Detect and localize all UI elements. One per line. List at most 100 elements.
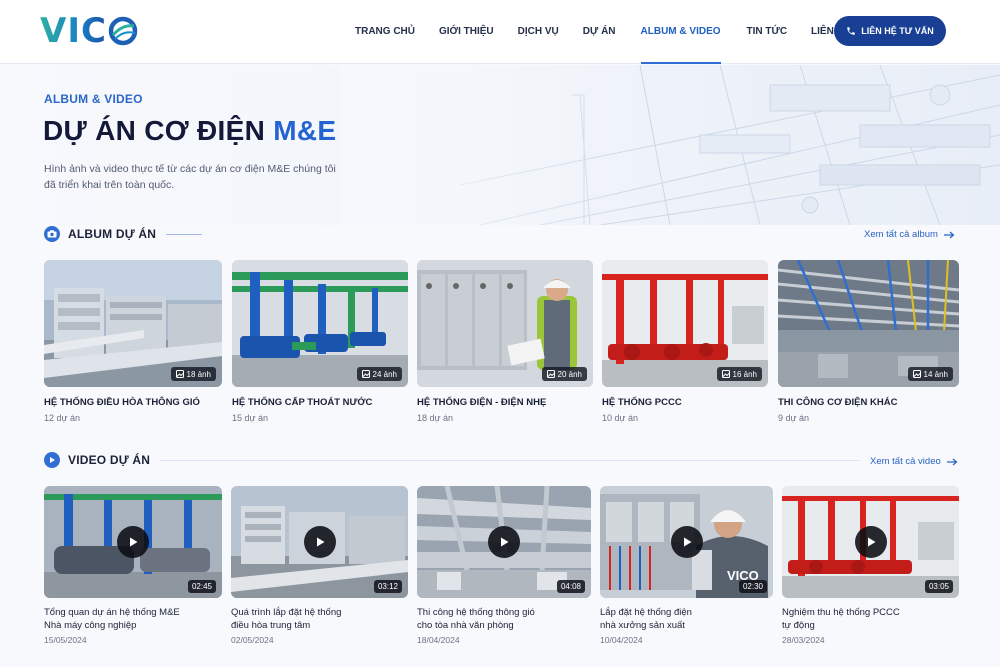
photo-count-badge: 16 ảnh xyxy=(716,367,762,381)
album-title[interactable]: THI CÔNG CƠ ĐIỆN KHÁC xyxy=(778,397,959,408)
main-nav: TRANG CHỦ GIỚI THIỆU DỊCH VỤ DỰ ÁN ALBUM… xyxy=(355,0,851,64)
page-title-accent: M&E xyxy=(273,115,337,146)
nav-album-video[interactable]: ALBUM & VIDEO xyxy=(640,0,721,64)
globe-o-logo-icon xyxy=(108,16,138,46)
image-icon xyxy=(546,370,555,378)
section-divider xyxy=(160,459,861,461)
video-duration: 03:05 xyxy=(924,580,953,593)
page-title-main: DỰ ÁN CƠ ĐIỆN xyxy=(43,115,274,146)
site-header: VIC TRANG CHỦ GIỚI THIỆU DỊCH VỤ DỰ ÁN A… xyxy=(0,0,1000,64)
photo-count: 20 ảnh xyxy=(557,369,582,379)
image-icon xyxy=(175,370,184,378)
nav-projects[interactable]: DỰ ÁN xyxy=(583,0,616,64)
play-icon xyxy=(867,537,875,547)
play-icon xyxy=(130,537,138,547)
nav-home[interactable]: TRANG CHỦ xyxy=(355,0,415,64)
play-button[interactable] xyxy=(303,526,336,558)
image-icon xyxy=(721,370,730,378)
album-card-water[interactable]: 24 ảnh HỆ THỐNG CẤP THOÁT NƯỚC 15 dự án xyxy=(232,260,408,423)
nav-services[interactable]: DỊCH VỤ xyxy=(518,0,559,64)
photo-count: 18 ảnh xyxy=(186,369,211,379)
hero-ceiling-illustration xyxy=(340,65,1000,225)
hero-banner: ALBUM & VIDEO DỰ ÁN CƠ ĐIỆN M&E Hình ảnh… xyxy=(0,65,1000,225)
photo-count-badge: 20 ảnh xyxy=(541,367,587,381)
video-section-title: VIDEO DỰ ÁN xyxy=(68,453,151,467)
album-title[interactable]: HỆ THỐNG CẤP THOÁT NƯỚC xyxy=(232,397,408,408)
photo-count: 14 ảnh xyxy=(923,369,948,379)
video-date: 28/03/2024 xyxy=(782,635,825,645)
page-title: DỰ ÁN CƠ ĐIỆN M&E xyxy=(43,115,336,147)
play-icon xyxy=(683,537,691,547)
see-all-albums-label: Xem tất cả album xyxy=(864,229,938,240)
play-button[interactable] xyxy=(854,526,887,558)
video-title[interactable]: Quá trình lắp đặt hệ thống điều hòa trung… xyxy=(231,606,411,632)
nav-news[interactable]: TIN TỨC xyxy=(747,0,788,64)
video-title-line2: tự động xyxy=(782,620,815,631)
see-all-videos-label: Xem tất cả video xyxy=(870,456,941,467)
video-title-line2: cho tòa nhà văn phòng xyxy=(417,620,514,631)
video-title[interactable]: Nghiệm thu hệ thống PCCC tự động xyxy=(782,606,962,632)
video-title[interactable]: Thi công hệ thống thông gió cho tòa nhà v… xyxy=(417,606,597,632)
camera-icon xyxy=(44,226,60,242)
video-duration: 03:12 xyxy=(373,580,402,593)
album-thumbnail[interactable]: 14 ảnh xyxy=(778,260,959,387)
video-thumbnail[interactable]: VICO 02:30 xyxy=(600,486,773,598)
video-title-line1: Tổng quan dự án hệ thống M&E xyxy=(44,607,180,618)
video-title-line1: Lắp đặt hệ thống điện xyxy=(600,607,692,618)
play-icon xyxy=(501,537,509,547)
album-project-count: 10 dự án xyxy=(602,413,639,423)
album-thumbnail[interactable]: 16 ảnh xyxy=(602,260,768,387)
video-date: 10/04/2024 xyxy=(600,635,643,645)
play-button[interactable] xyxy=(670,526,703,558)
album-project-count: 15 dự án xyxy=(232,413,269,423)
photo-count: 24 ảnh xyxy=(372,369,397,379)
album-thumbnail[interactable]: 20 ảnh xyxy=(417,260,593,387)
video-date: 02/05/2024 xyxy=(231,635,274,645)
arrow-right-icon xyxy=(946,458,958,465)
video-title[interactable]: Tổng quan dự án hệ thống M&E Nhà máy công… xyxy=(44,606,224,632)
photo-count-badge: 14 ảnh xyxy=(907,367,953,381)
album-title[interactable]: HỆ THỐNG ĐIỀU HÒA THÔNG GIÓ xyxy=(44,397,222,408)
video-duration: 04:08 xyxy=(556,580,585,593)
see-all-albums-link[interactable]: Xem tất cả album xyxy=(864,229,955,240)
video-title-line1: Quá trình lắp đặt hệ thống xyxy=(231,607,342,618)
video-date: 18/04/2024 xyxy=(417,635,460,645)
see-all-videos-link[interactable]: Xem tất cả video xyxy=(870,456,958,467)
contact-consult-button[interactable]: LIÊN HỆ TƯ VẤN xyxy=(834,16,946,46)
video-card[interactable]: 03:12 Quá trình lắp đặt hệ thống điều hòa… xyxy=(231,486,408,645)
album-card-other[interactable]: 14 ảnh THI CÔNG CƠ ĐIỆN KHÁC 9 dự án xyxy=(778,260,959,423)
album-thumbnail[interactable]: 24 ảnh xyxy=(232,260,408,387)
video-section-header: VIDEO DỰ ÁN xyxy=(44,450,861,470)
video-card[interactable]: 04:08 Thi công hệ thống thông gió cho tòa… xyxy=(417,486,591,645)
album-thumbnail[interactable]: 18 ảnh xyxy=(44,260,222,387)
video-thumbnail[interactable]: 03:12 xyxy=(231,486,408,598)
video-card[interactable]: 03:05 Nghiệm thu hệ thống PCCC tự động 28… xyxy=(782,486,959,645)
video-title-line2: điều hòa trung tâm xyxy=(231,620,311,631)
play-button[interactable] xyxy=(117,526,149,558)
video-thumbnail[interactable]: 03:05 xyxy=(782,486,959,598)
album-project-count: 12 dự án xyxy=(44,413,81,423)
play-button[interactable] xyxy=(488,526,520,558)
phone-icon xyxy=(847,27,855,35)
video-card[interactable]: 02:45 Tổng quan dự án hệ thống M&E Nhà má… xyxy=(44,486,222,645)
video-thumbnail[interactable]: 02:45 xyxy=(44,486,222,598)
brand-logo[interactable]: VIC xyxy=(40,11,138,51)
album-card-fire[interactable]: 16 ảnh HỆ THỐNG PCCC 10 dự án xyxy=(602,260,768,423)
album-title[interactable]: HỆ THỐNG ĐIỆN - ĐIỆN NHẸ xyxy=(417,397,593,408)
nav-about[interactable]: GIỚI THIỆU xyxy=(439,0,494,64)
video-date: 15/05/2024 xyxy=(44,635,87,645)
video-title[interactable]: Lắp đặt hệ thống điện nhà xưởng sản xuất xyxy=(600,606,780,632)
video-card[interactable]: VICO 02:30 Lắp đặt hệ thống điện nhà xưởn… xyxy=(600,486,773,645)
video-title-line1: Thi công hệ thống thông gió xyxy=(417,607,535,618)
video-thumbnail[interactable]: 04:08 xyxy=(417,486,591,598)
album-card-hvac[interactable]: 18 ảnh HỆ THỐNG ĐIỀU HÒA THÔNG GIÓ 12 dự… xyxy=(44,260,222,423)
logo-wordmark: VIC xyxy=(40,11,107,51)
album-section-header: ALBUM DỰ ÁN xyxy=(44,224,203,244)
album-title[interactable]: HỆ THỐNG PCCC xyxy=(602,397,768,408)
album-project-count: 9 dự án xyxy=(778,413,810,423)
video-duration: 02:45 xyxy=(187,580,216,593)
video-duration: 02:30 xyxy=(738,580,767,593)
video-title-line1: Nghiệm thu hệ thống PCCC xyxy=(782,607,900,618)
play-circle-icon xyxy=(44,452,60,468)
album-card-electrical[interactable]: 20 ảnh HỆ THỐNG ĐIỆN - ĐIỆN NHẸ 18 dự án xyxy=(417,260,593,423)
